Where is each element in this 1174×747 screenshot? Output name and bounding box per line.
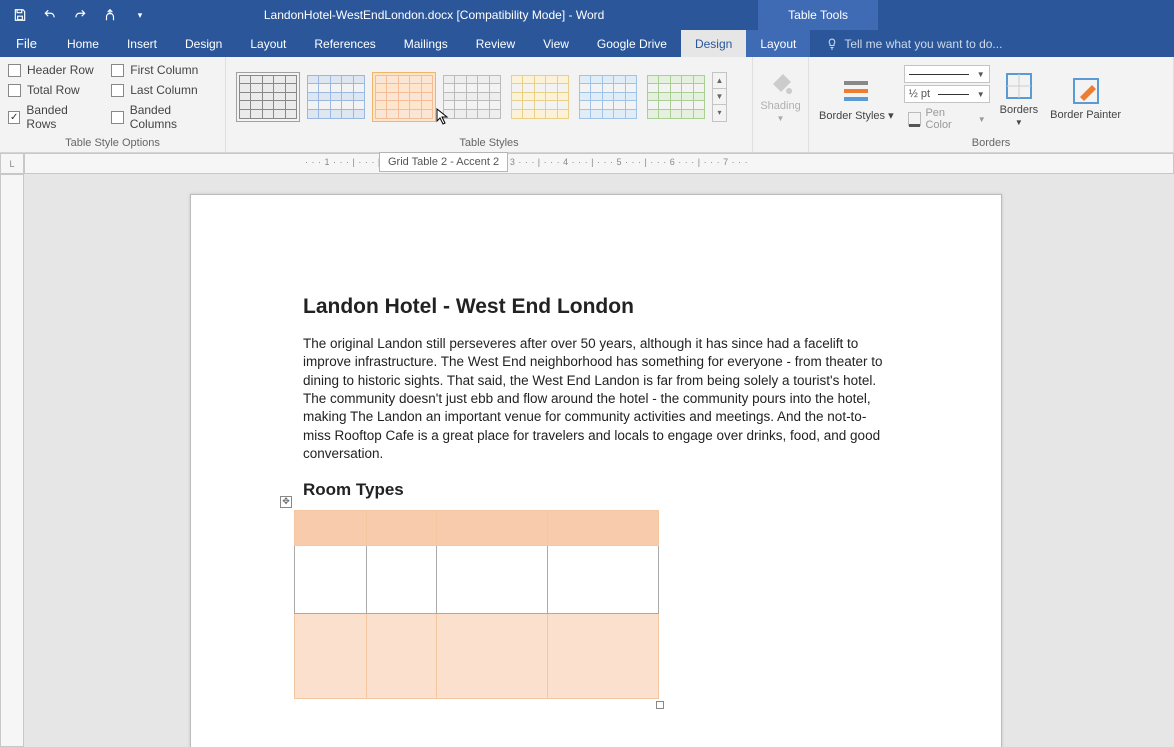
tab-table-layout[interactable]: Layout — [746, 30, 810, 57]
title-bar: ▾ LandonHotel-WestEndLondon.docx [Compat… — [0, 0, 1174, 30]
gallery-up-icon[interactable]: ▲ — [713, 73, 726, 89]
style-thumb-accent4[interactable] — [508, 72, 572, 122]
tab-design[interactable]: Design — [171, 30, 236, 57]
doc-heading-2[interactable]: Room Types — [303, 480, 889, 500]
window-title: LandonHotel-WestEndLondon.docx [Compatib… — [160, 8, 708, 22]
pen-style-dropdown[interactable]: ▼ — [904, 65, 990, 83]
chk-first-column[interactable]: First Column — [111, 63, 217, 77]
tab-mailings[interactable]: Mailings — [390, 30, 462, 57]
chk-last-column[interactable]: Last Column — [111, 83, 217, 97]
workspace: Landon Hotel - West End London The origi… — [0, 174, 1174, 747]
border-styles-icon — [840, 75, 872, 107]
tab-layout[interactable]: Layout — [236, 30, 300, 57]
group-table-style-options: Header Row Total Row ✓Banded Rows First … — [0, 57, 226, 152]
horizontal-ruler[interactable]: · · · 1 · · · | · · · | · · · 1 · · · | … — [24, 153, 1174, 174]
label: Header Row — [27, 63, 94, 77]
lightbulb-icon — [826, 38, 838, 50]
borders-icon — [1003, 70, 1035, 102]
undo-button[interactable] — [38, 3, 62, 27]
label: Total Row — [27, 83, 80, 97]
group-label: Table Styles — [230, 135, 748, 152]
doc-heading-1[interactable]: Landon Hotel - West End London — [303, 295, 889, 319]
group-shading: Shading ▼ — [753, 57, 809, 152]
pen-icon — [908, 112, 922, 126]
ruler-corner[interactable]: L — [0, 153, 24, 174]
label: First Column — [130, 63, 198, 77]
tell-me-search[interactable]: Tell me what you want to do... — [810, 30, 1002, 57]
touch-mode-button[interactable] — [98, 3, 122, 27]
group-table-styles: ▲ ▼ ▾ Table Styles — [226, 57, 753, 152]
label: Banded Columns — [130, 103, 217, 131]
table-move-handle[interactable]: ✥ — [280, 496, 292, 508]
tell-me-placeholder: Tell me what you want to do... — [844, 37, 1002, 51]
page: Landon Hotel - West End London The origi… — [190, 194, 1002, 747]
bucket-icon — [765, 66, 797, 98]
document-table[interactable] — [294, 510, 659, 699]
shading-button[interactable]: Shading ▼ — [757, 59, 804, 130]
ribbon: Header Row Total Row ✓Banded Rows First … — [0, 57, 1174, 153]
border-painter-button[interactable]: Border Painter — [1044, 63, 1127, 134]
tab-view[interactable]: View — [529, 30, 583, 57]
gallery-down-icon[interactable]: ▼ — [713, 89, 726, 105]
style-thumb-accent2[interactable] — [372, 72, 436, 122]
tab-google-drive[interactable]: Google Drive — [583, 30, 681, 57]
style-thumb-accent5[interactable] — [576, 72, 640, 122]
label: ½ pt — [909, 88, 930, 100]
label: Pen Color — [925, 107, 973, 131]
quick-access-toolbar: ▾ — [0, 3, 160, 27]
style-tooltip: Grid Table 2 - Accent 2 — [379, 152, 508, 172]
contextual-tab-label: Table Tools — [758, 0, 878, 30]
horizontal-ruler-row: L · · · 1 · · · | · · · | · · · 1 · · · … — [0, 153, 1174, 174]
tab-insert[interactable]: Insert — [113, 30, 171, 57]
tab-home[interactable]: Home — [53, 30, 113, 57]
borders-button[interactable]: Borders ▼ — [994, 63, 1045, 134]
ruler-marks: · · · 1 · · · | · · · | · · · 1 · · · | … — [305, 157, 748, 167]
label: Borders — [1000, 104, 1039, 116]
border-styles-button[interactable]: Border Styles ▾ — [813, 63, 900, 134]
qat-customize-button[interactable]: ▾ — [128, 3, 152, 27]
redo-button[interactable] — [68, 3, 92, 27]
tab-file[interactable]: File — [0, 30, 53, 57]
gallery-scroll[interactable]: ▲ ▼ ▾ — [712, 72, 727, 122]
painter-icon — [1070, 75, 1102, 107]
tab-references[interactable]: References — [300, 30, 389, 57]
chk-banded-rows[interactable]: ✓Banded Rows — [8, 103, 97, 131]
ribbon-tabs: File Home Insert Design Layout Reference… — [0, 30, 1174, 57]
chk-header-row[interactable]: Header Row — [8, 63, 97, 77]
table-resize-handle[interactable] — [656, 701, 664, 709]
style-thumb-accent1[interactable] — [304, 72, 368, 122]
style-thumb-accent3[interactable] — [440, 72, 504, 122]
label: Shading — [760, 100, 800, 112]
label: Border Painter — [1050, 109, 1121, 121]
group-borders: Border Styles ▾ ▼ ½ pt▼ Pen Color ▼ Bord… — [809, 57, 1174, 152]
chk-banded-columns[interactable]: Banded Columns — [111, 103, 217, 131]
label: Border Styles ▾ — [819, 109, 894, 122]
label: Last Column — [130, 83, 197, 97]
pen-color-button[interactable]: Pen Color ▼ — [904, 105, 990, 133]
group-label: Borders — [813, 135, 1169, 152]
vertical-ruler[interactable] — [0, 174, 24, 747]
chk-total-row[interactable]: Total Row — [8, 83, 97, 97]
save-button[interactable] — [8, 3, 32, 27]
document-area[interactable]: Landon Hotel - West End London The origi… — [24, 174, 1174, 747]
style-thumb-accent6[interactable] — [644, 72, 708, 122]
style-thumb-plain[interactable] — [236, 72, 300, 122]
tab-table-design[interactable]: Design — [681, 30, 746, 57]
doc-paragraph[interactable]: The original Landon still perseveres aft… — [303, 335, 889, 464]
pen-weight-dropdown[interactable]: ½ pt▼ — [904, 85, 990, 103]
tab-review[interactable]: Review — [462, 30, 529, 57]
group-label: Table Style Options — [8, 135, 217, 152]
label: Banded Rows — [26, 103, 97, 131]
gallery-more-icon[interactable]: ▾ — [713, 105, 726, 120]
